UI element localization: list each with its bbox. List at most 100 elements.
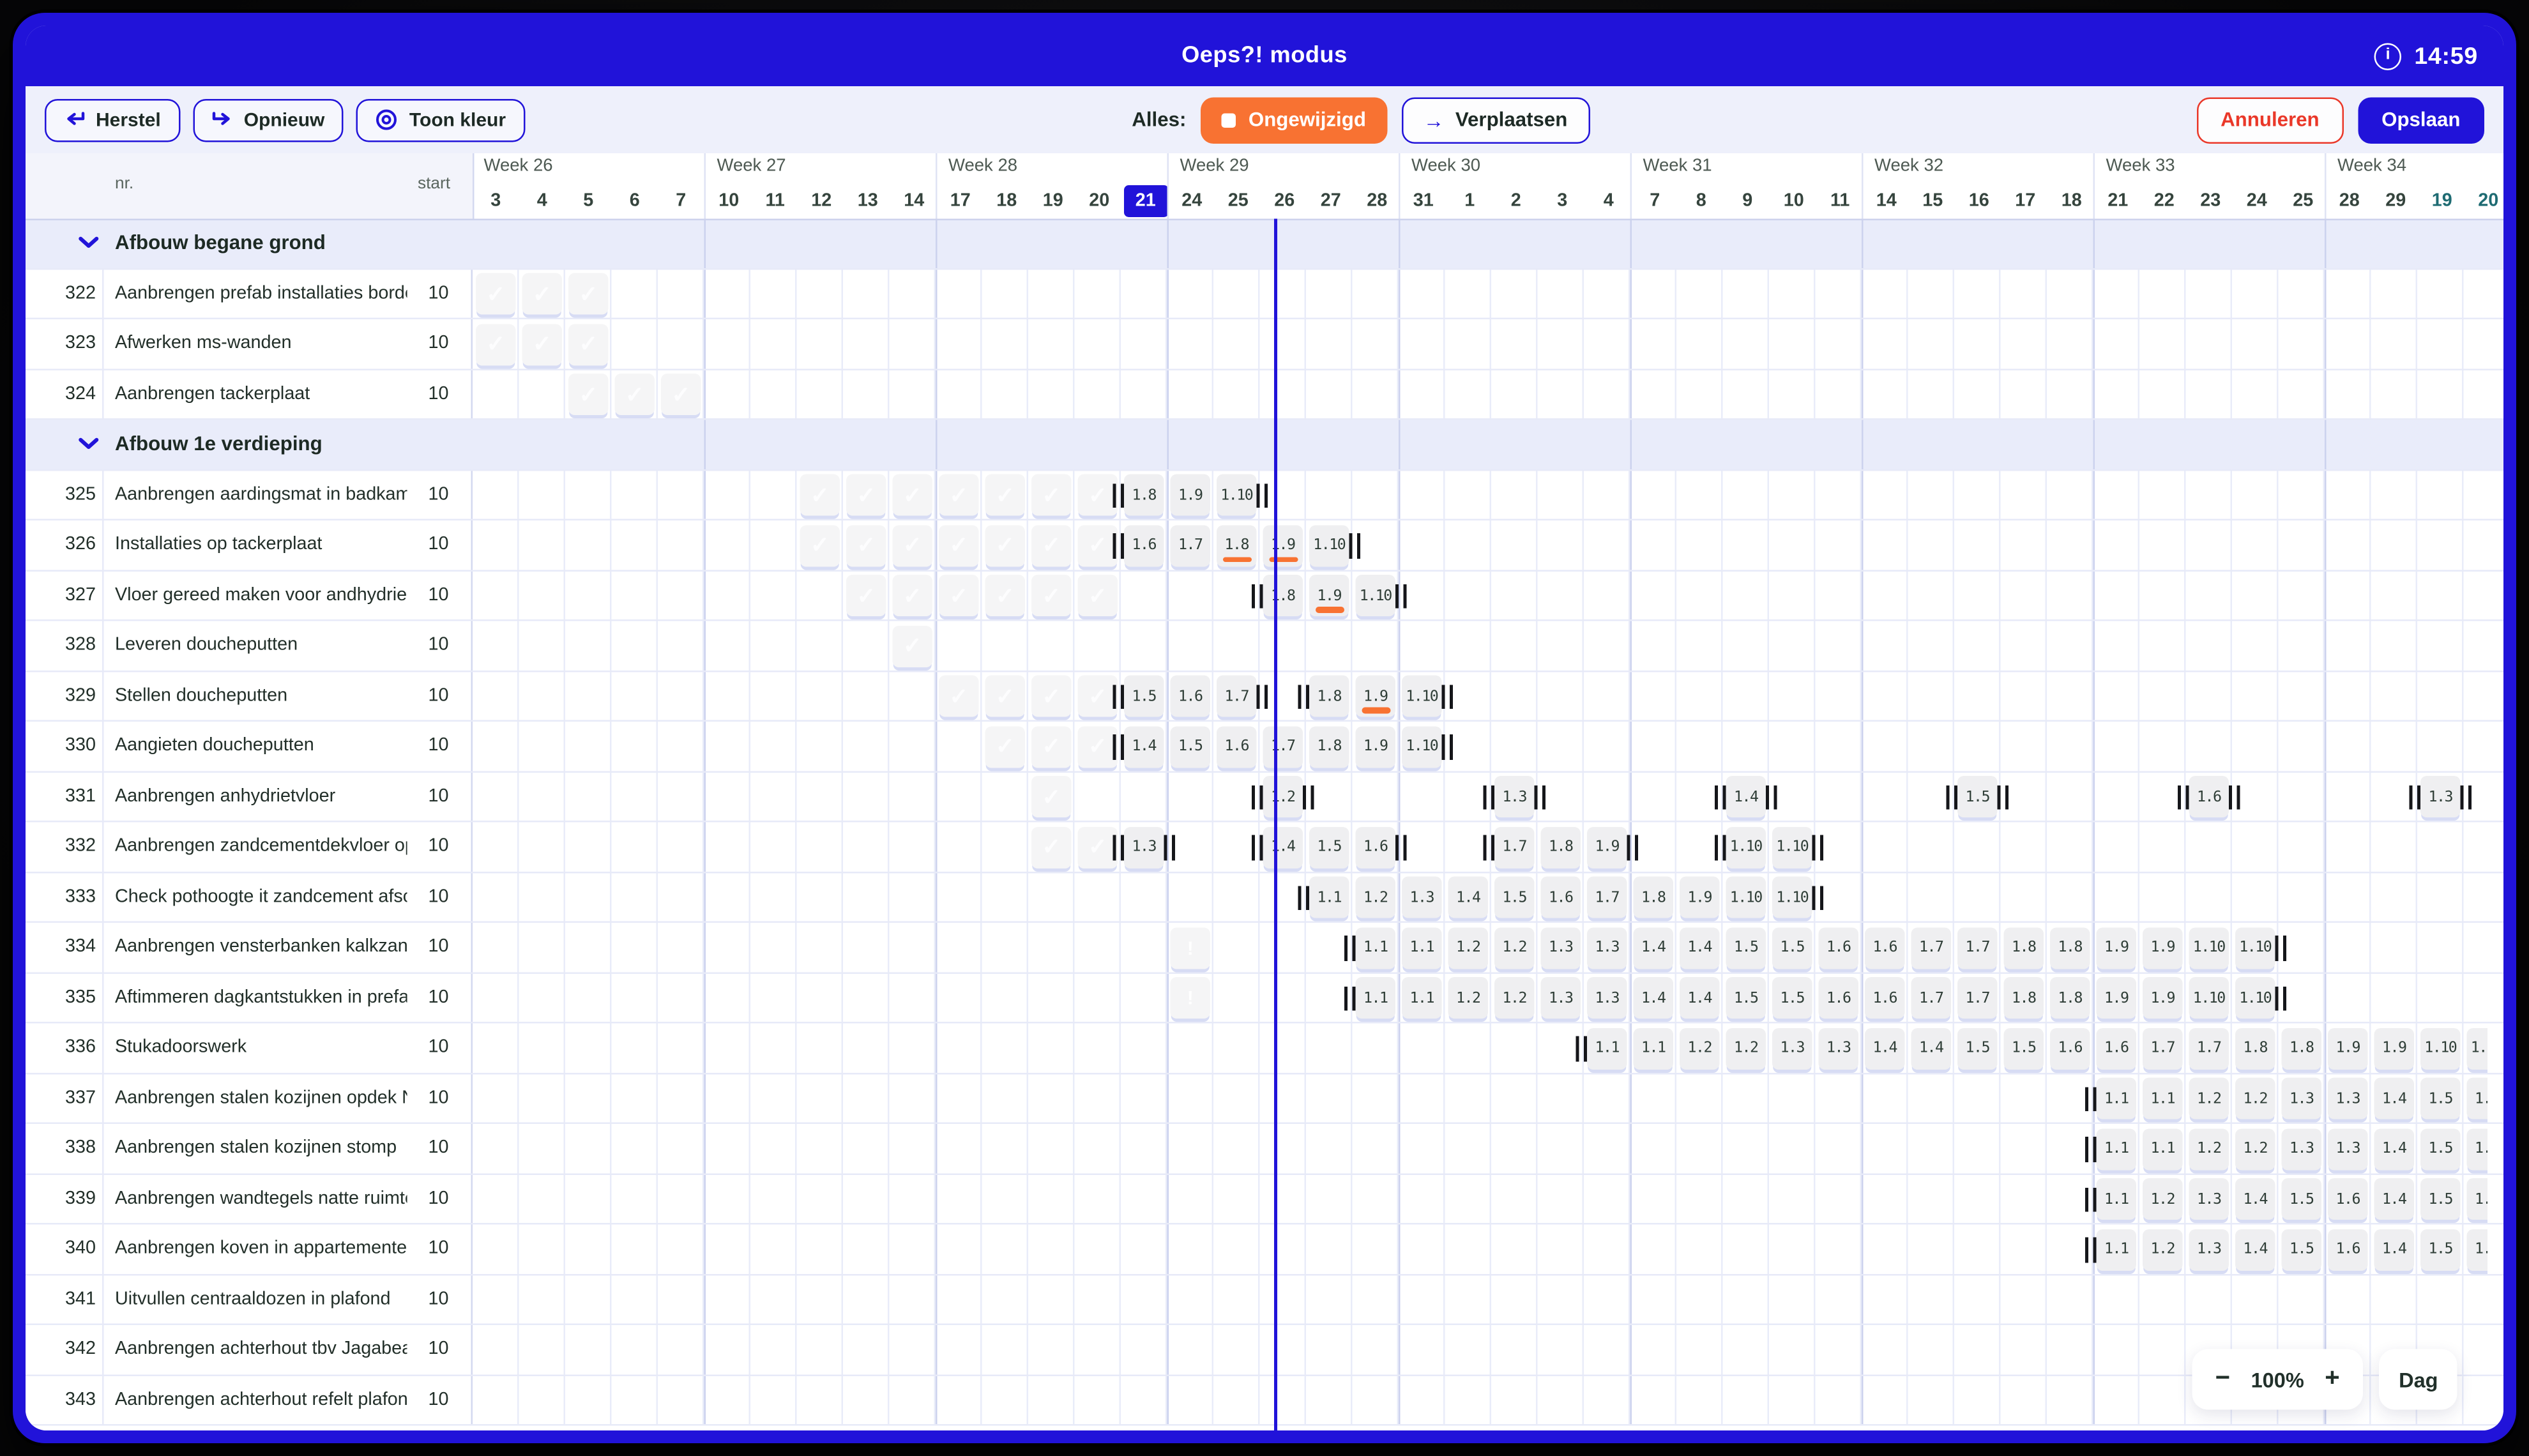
day-header[interactable]: 7 bbox=[1632, 185, 1677, 217]
day-header[interactable]: 7 bbox=[658, 185, 703, 217]
planned-day-block[interactable]: 1.9 bbox=[2143, 977, 2183, 1019]
planned-day-block[interactable]: 1.9 bbox=[2374, 1027, 2414, 1069]
table-row[interactable]: 330 Aangieten doucheputten 10 ✓ ✓ ✓ 1.4 1.5 1.6 1… bbox=[26, 722, 2503, 772]
planned-day-block[interactable]: 1.6 bbox=[2328, 1178, 2368, 1220]
planned-day-block[interactable]: 1.9 bbox=[1587, 826, 1627, 868]
planned-day-block[interactable]: 1.10 bbox=[1309, 524, 1349, 566]
day-header[interactable]: 11 bbox=[1818, 185, 1862, 217]
planned-day-block[interactable]: 1.4 bbox=[1263, 826, 1303, 868]
planned-day-block[interactable]: 1.6 bbox=[2466, 1178, 2487, 1220]
planned-day-block[interactable]: 1.2 bbox=[1448, 927, 1488, 969]
planned-day-block[interactable]: 1.3 bbox=[2420, 776, 2461, 817]
planned-day-block[interactable]: 1.6 bbox=[2096, 1027, 2136, 1069]
task-name[interactable]: Aanbrengen achterhout refelt plafonds bbox=[115, 1376, 407, 1424]
completed-day-block[interactable]: ✓ bbox=[1031, 575, 1072, 616]
day-header[interactable]: 1 bbox=[1447, 185, 1492, 217]
planned-day-block[interactable]: 1.3 bbox=[2328, 1077, 2368, 1119]
planned-day-block[interactable]: 1.10 bbox=[2189, 927, 2229, 969]
zoom-out-button[interactable]: − bbox=[2215, 1366, 2230, 1392]
planned-day-block[interactable]: 1.4 bbox=[1726, 776, 1766, 817]
planned-day-block[interactable]: 1.10 bbox=[2189, 977, 2229, 1019]
planned-day-block[interactable]: 1.8 bbox=[1309, 725, 1349, 768]
table-row[interactable]: 337 Aanbrengen stalen kozijnen opdek NC 10… bbox=[26, 1073, 2503, 1124]
planned-day-block[interactable]: 1.4 bbox=[1448, 876, 1488, 918]
planned-day-block[interactable]: 1.5 bbox=[2420, 1077, 2461, 1119]
day-header[interactable]: 18 bbox=[984, 185, 1029, 217]
task-name[interactable]: Aanbrengen achterhout tbv Jagabeams… bbox=[115, 1325, 407, 1374]
planned-day-block[interactable]: 1.5 bbox=[1957, 776, 1998, 817]
completed-day-block[interactable]: ✓ bbox=[1031, 725, 1072, 768]
planned-day-block[interactable]: 1.4 bbox=[2235, 1178, 2275, 1220]
planned-day-block[interactable]: 1.10 bbox=[1402, 675, 1442, 717]
day-header[interactable]: 6 bbox=[612, 185, 657, 217]
day-header[interactable]: 27 bbox=[1309, 185, 1353, 217]
day-header[interactable]: 2 bbox=[1494, 185, 1538, 217]
table-row[interactable]: 343 Aanbrengen achterhout refelt plafonds… bbox=[26, 1375, 2503, 1426]
planned-day-block[interactable]: 1.8 bbox=[1124, 474, 1164, 516]
table-row[interactable]: 333 Check pothoogte it zandcement afschot… bbox=[26, 872, 2503, 923]
planned-day-block[interactable]: 1.3 bbox=[1587, 927, 1627, 969]
planned-day-block[interactable]: 1.10 bbox=[2235, 927, 2275, 969]
completed-day-block[interactable]: ✓ bbox=[476, 323, 516, 365]
planned-day-block[interactable]: 1.7 bbox=[1263, 725, 1303, 768]
planned-day-block[interactable]: 1.9 bbox=[1309, 575, 1349, 616]
table-row[interactable]: 329 Stellen doucheputten 10 ✓ ✓ ✓ ✓ 1.5 1.6 1.7 1.… bbox=[26, 671, 2503, 722]
day-header[interactable]: 3 bbox=[1540, 185, 1584, 217]
planned-day-block[interactable]: 1.8 bbox=[2281, 1027, 2321, 1069]
completed-day-block[interactable]: ✓ bbox=[846, 575, 886, 616]
day-header-selected[interactable]: 21 bbox=[1123, 185, 1168, 217]
planned-day-block[interactable]: 1.2 bbox=[2235, 1077, 2275, 1119]
planned-day-block[interactable]: 1.3 bbox=[1124, 826, 1164, 868]
planned-day-block[interactable]: 1.3 bbox=[1540, 977, 1581, 1019]
task-name[interactable]: Afwerken ms-wanden bbox=[115, 319, 407, 368]
planned-day-block[interactable]: 1.7 bbox=[1494, 826, 1535, 868]
table-row[interactable]: 331 Aanbrengen anhydrietvloer 10 ✓ 1.2 1.3 1.4… bbox=[26, 771, 2503, 823]
planned-day-block[interactable]: 1.6 bbox=[1865, 977, 1905, 1019]
completed-day-block[interactable]: ✓ bbox=[892, 474, 932, 516]
annuleren-button[interactable]: Annuleren bbox=[2196, 96, 2344, 143]
planned-day-block[interactable]: 1.6 bbox=[1170, 675, 1210, 717]
planned-day-block[interactable]: 1.3 bbox=[2189, 1178, 2229, 1220]
planned-day-block[interactable]: 1.8 bbox=[2050, 977, 2090, 1019]
planned-day-block[interactable]: 1.5 bbox=[1726, 927, 1766, 969]
planned-day-block[interactable]: 1.10 bbox=[1217, 474, 1257, 516]
planned-day-block[interactable]: 1.6 bbox=[2189, 776, 2229, 817]
planned-day-block[interactable]: 1.5 bbox=[2281, 1228, 2321, 1270]
planned-day-block[interactable]: 1.5 bbox=[1494, 876, 1535, 918]
planned-day-block[interactable]: 1.7 bbox=[1911, 927, 1951, 969]
group-row[interactable]: Afbouw 1e verdieping bbox=[26, 420, 2503, 471]
planned-day-block[interactable]: 1.7 bbox=[2143, 1027, 2183, 1069]
table-row[interactable]: 340 Aanbrengen koven in appartementen/z… 1… bbox=[26, 1224, 2503, 1275]
planned-day-block[interactable]: 1.7 bbox=[1170, 524, 1210, 566]
planned-day-block[interactable]: 1.2 bbox=[1680, 1027, 1720, 1069]
planned-day-block[interactable]: 1.6 bbox=[2466, 1228, 2487, 1270]
completed-day-block[interactable]: ✓ bbox=[892, 625, 932, 667]
day-header[interactable]: 20 bbox=[2466, 185, 2503, 217]
table-row[interactable]: 341 Uitvullen centraaldozen in plafond 10 bbox=[26, 1275, 2503, 1325]
day-header[interactable]: 24 bbox=[1169, 185, 1214, 217]
planned-day-block[interactable]: 1.4 bbox=[1633, 927, 1673, 969]
completed-day-block[interactable]: ✓ bbox=[985, 474, 1025, 516]
day-header[interactable]: 15 bbox=[1910, 185, 1955, 217]
table-row[interactable]: 339 Aanbrengen wandtegels natte ruimten 10… bbox=[26, 1174, 2503, 1225]
task-name[interactable]: Vloer gereed maken voor andhydrietvloer bbox=[115, 571, 407, 619]
chevron-down-icon[interactable] bbox=[79, 237, 100, 250]
table-row[interactable]: 324 Aanbrengen tackerplaat 10 ✓ ✓ ✓ bbox=[26, 369, 2503, 420]
task-name[interactable]: Aanbrengen wandtegels natte ruimten bbox=[115, 1174, 407, 1223]
completed-day-block[interactable]: ✓ bbox=[1031, 524, 1072, 566]
planned-day-block[interactable]: 1.3 bbox=[2189, 1228, 2229, 1270]
completed-day-block[interactable]: ✓ bbox=[939, 675, 979, 717]
planned-day-block[interactable]: 1.1 bbox=[2096, 1228, 2136, 1270]
planned-day-block[interactable]: 1.8 bbox=[1540, 826, 1581, 868]
day-header[interactable]: 19 bbox=[2420, 185, 2464, 217]
completed-day-block[interactable]: ✓ bbox=[614, 374, 655, 415]
planned-day-block[interactable]: 1.10 bbox=[2235, 977, 2275, 1019]
planned-day-block[interactable]: 1.5 bbox=[1957, 1027, 1998, 1069]
planned-day-block[interactable]: 1.4 bbox=[2374, 1178, 2414, 1220]
planned-day-block[interactable]: 1.2 bbox=[2143, 1178, 2183, 1220]
planned-day-block[interactable]: 1.2 bbox=[2189, 1128, 2229, 1170]
planned-day-block[interactable]: 1.3 bbox=[2281, 1077, 2321, 1119]
completed-day-block[interactable]: ✓ bbox=[939, 474, 979, 516]
planned-day-block[interactable]: 1.3 bbox=[1540, 927, 1581, 969]
planned-day-block[interactable]: 1.1 bbox=[2096, 1128, 2136, 1170]
